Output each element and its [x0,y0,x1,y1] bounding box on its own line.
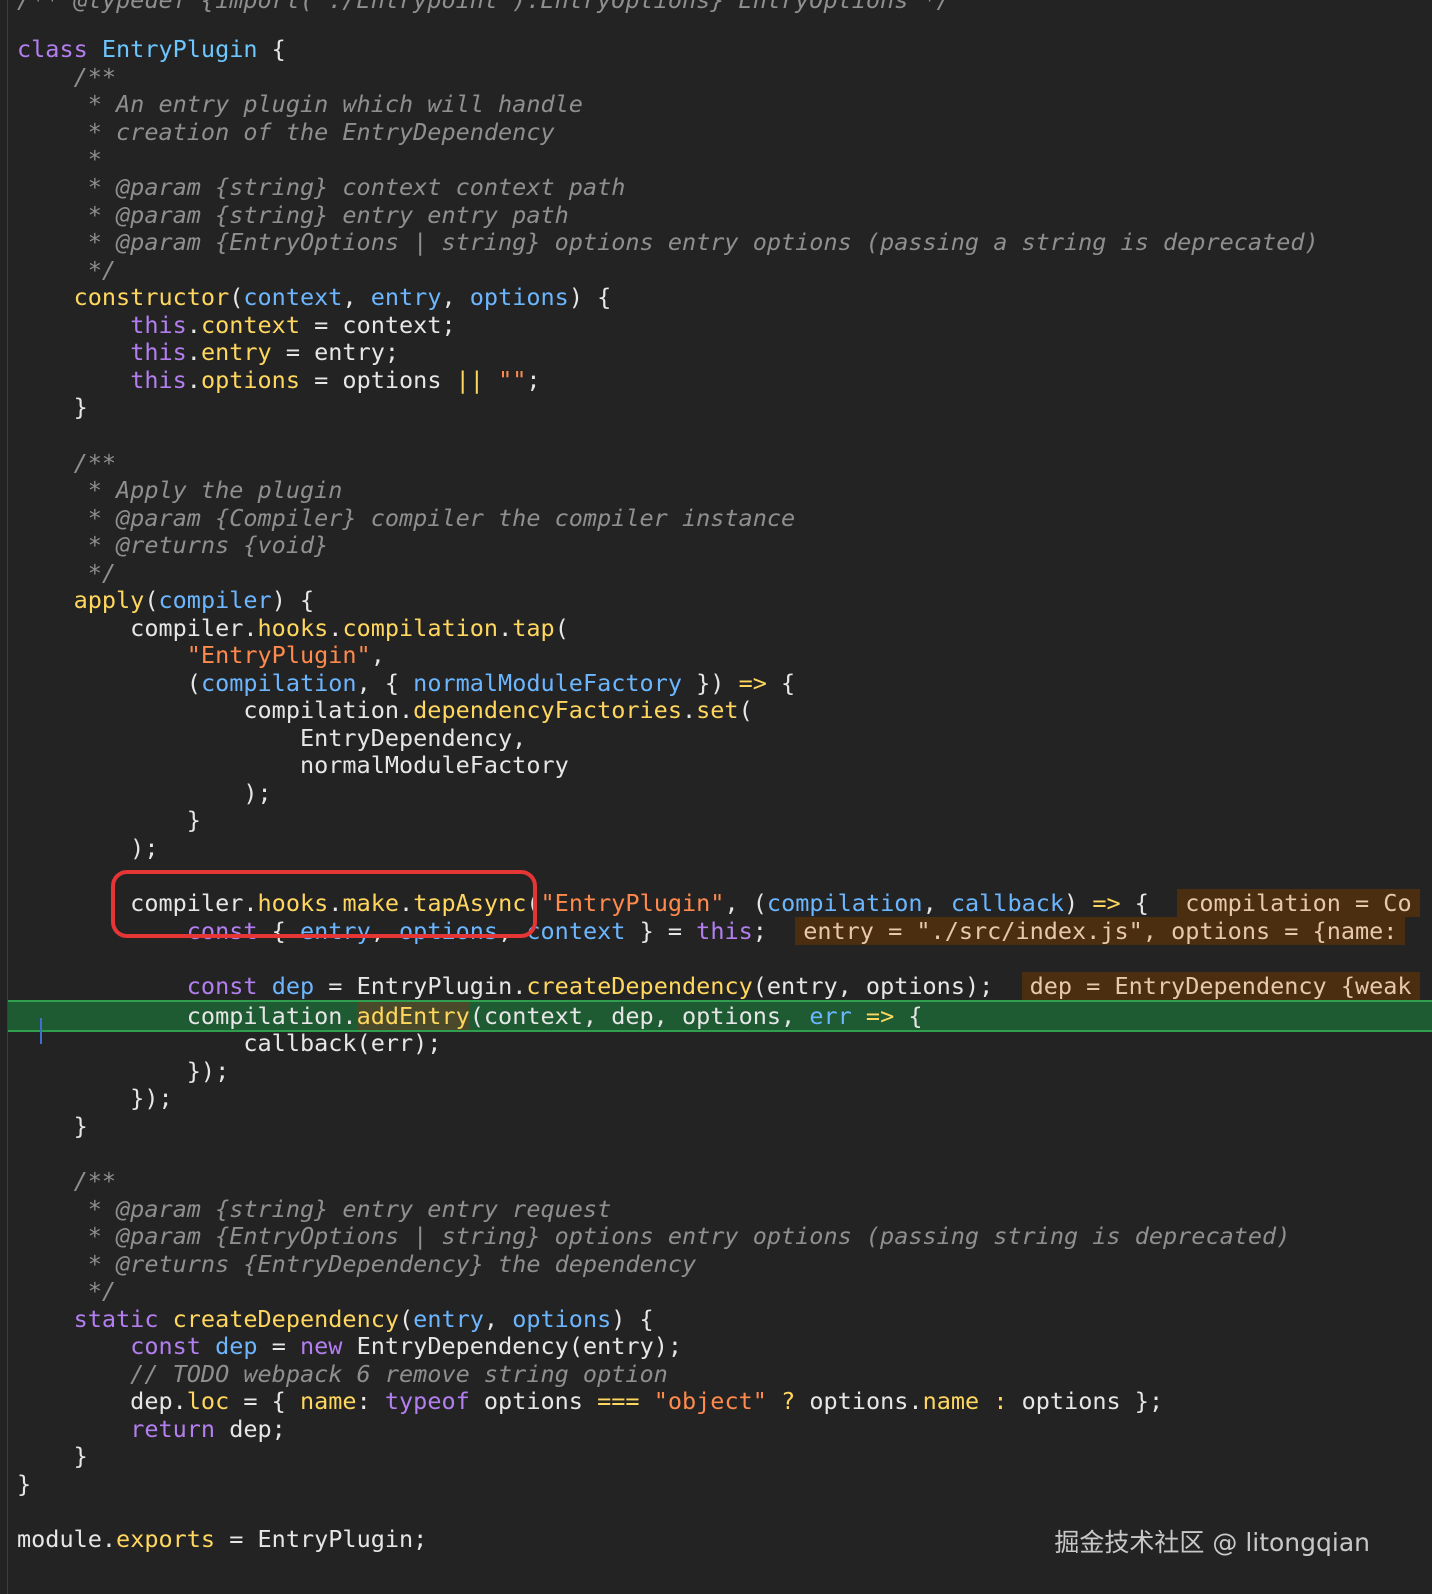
comment-line: * An entry plugin which will handle [17,90,583,118]
comment-line: * @param {EntryOptions | string} options… [17,1222,1291,1250]
code-line: } [17,1112,88,1140]
code-line: } [17,1442,88,1470]
comment-line: * @returns {EntryDependency} the depende… [17,1250,697,1278]
code-line: const dep = EntryPlugin.createDependency… [17,972,1432,1000]
code-line: const dep = new EntryDependency(entry); [130,1332,683,1360]
code-line: this.entry = entry; [130,338,400,366]
highlight-annotation-box [111,870,537,938]
code-line-static: static createDependency(entry, options) … [73,1305,654,1333]
watermark: 掘金技术社区 @ litongqian [1054,1528,1370,1557]
comment-line: */ [17,1277,117,1305]
code-line: ); [17,834,159,862]
code-line: "EntryPlugin", [186,641,385,669]
code-line: } [17,1470,32,1498]
debug-value-hint: dep = EntryDependency {weak [1021,972,1420,1000]
gutter-line [7,0,8,1594]
comment-line: /** [17,1167,117,1195]
code-line: } [17,393,88,421]
code-line: (compilation, { normalModuleFactory }) =… [17,669,796,697]
comment-line: /** [17,63,117,91]
code-line: } [17,806,201,834]
comment-line: /** [17,449,117,477]
comment-line: */ [17,559,117,587]
code-line: callback(err); [17,1029,442,1057]
code-line: compilation.dependencyFactories.set( [17,696,753,724]
current-execution-line: compilation.addEntry(context, dep, optio… [8,1000,1432,1032]
comment-line: * Apply the plugin [17,476,343,504]
code-line-class: class EntryPlugin { [17,35,286,63]
code-line-typedef: /** @typedef {import("./Entrypoint").Ent… [17,0,951,14]
comment-line: // TODO webpack 6 remove string option [17,1360,668,1388]
code-line: this.options = options || ""; [130,366,541,394]
comment-line: * [17,145,102,173]
debug-value-hint: compilation = Co [1177,889,1420,917]
comment-line: * creation of the EntryDependency [17,118,555,146]
code-line: ); [17,779,272,807]
code-line: }); [17,1057,230,1085]
comment-line: * @param {Compiler} compiler the compile… [17,504,796,532]
code-line-constructor: constructor(context, entry, options) { [73,283,612,311]
code-line: compiler.hooks.compilation.tap( [17,614,569,642]
code-editor[interactable]: /** @typedef {import("./Entrypoint").Ent… [0,0,1432,1594]
comment-line: * @param {EntryOptions | string} options… [17,228,1319,256]
debug-value-hint: entry = "./src/index.js", options = {nam… [795,917,1406,945]
comment-line: * @param {string} entry entry request [17,1195,612,1223]
code-line: return dep; [130,1415,286,1443]
code-line: EntryDependency, [17,724,527,752]
comment-line: * @returns {void} [17,531,329,559]
code-line: }); [17,1084,173,1112]
comment-line: * @param {string} entry entry path [17,201,569,229]
comment-line: * @param {string} context context path [17,173,626,201]
code-line: this.context = context; [130,311,456,339]
comment-line: */ [17,256,117,284]
code-line: dep.loc = { name: typeof options === "ob… [17,1387,1164,1415]
code-line: normalModuleFactory [17,751,569,779]
code-line-apply: apply(compiler) { [73,586,315,614]
